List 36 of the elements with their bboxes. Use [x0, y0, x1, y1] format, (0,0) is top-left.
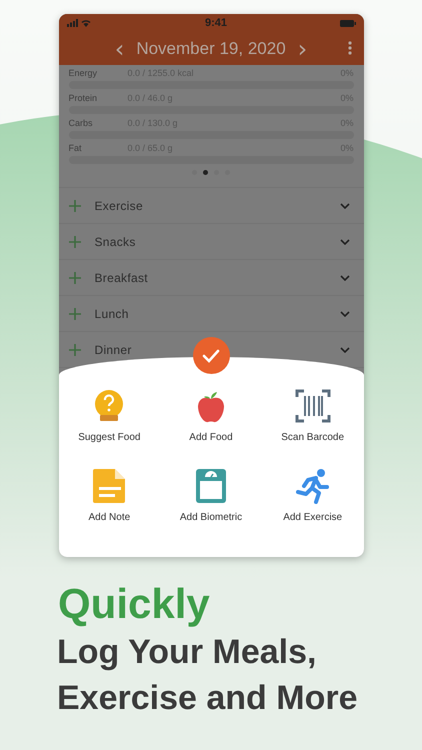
headline-line: Log Your Meals,	[57, 632, 318, 673]
action-button[interactable]: Add Exercise	[262, 467, 364, 547]
confirm-button[interactable]	[192, 337, 230, 374]
meal-label: Lunch	[94, 306, 129, 320]
meal-label: Dinner	[94, 342, 132, 356]
chevron-down-icon[interactable]	[340, 274, 350, 280]
runner-icon	[296, 468, 330, 504]
macro-name: Energy	[68, 68, 98, 78]
chevron-down-icon[interactable]	[340, 310, 350, 316]
action-button[interactable]: Suggest Food	[58, 387, 160, 467]
meal-label: Snacks	[94, 234, 136, 248]
scale-icon	[194, 468, 227, 504]
chevron-down-icon[interactable]	[340, 202, 350, 208]
action-button[interactable]: Add Biometric	[160, 467, 262, 547]
page-dot[interactable]	[203, 170, 208, 175]
barcode-scan-icon	[294, 388, 331, 424]
check-icon	[202, 348, 220, 362]
battery-icon	[340, 20, 356, 26]
action-button[interactable]: Add Note	[58, 467, 160, 547]
note-icon	[91, 468, 128, 504]
question-bulb-icon	[93, 389, 126, 423]
headline-line: Exercise and More	[57, 678, 358, 719]
macro-name: Fat	[68, 143, 83, 153]
meal-label: Breakfast	[94, 270, 148, 284]
more-icon[interactable]	[348, 41, 352, 55]
headline-accent: Quickly	[58, 579, 211, 629]
action-button[interactable]: Scan Barcode	[262, 387, 364, 467]
meal-label: Exercise	[94, 198, 143, 212]
macro-name: Protein	[68, 93, 98, 103]
status-time: 9:41	[204, 17, 228, 29]
signal-wifi-icon	[66, 19, 92, 27]
chevron-down-icon[interactable]	[340, 238, 350, 244]
date-title: November 19, 2020	[136, 38, 286, 58]
macro-name: Carbs	[68, 118, 94, 128]
action-button[interactable]: Add Food	[160, 387, 262, 467]
chevron-down-icon[interactable]	[340, 346, 350, 352]
